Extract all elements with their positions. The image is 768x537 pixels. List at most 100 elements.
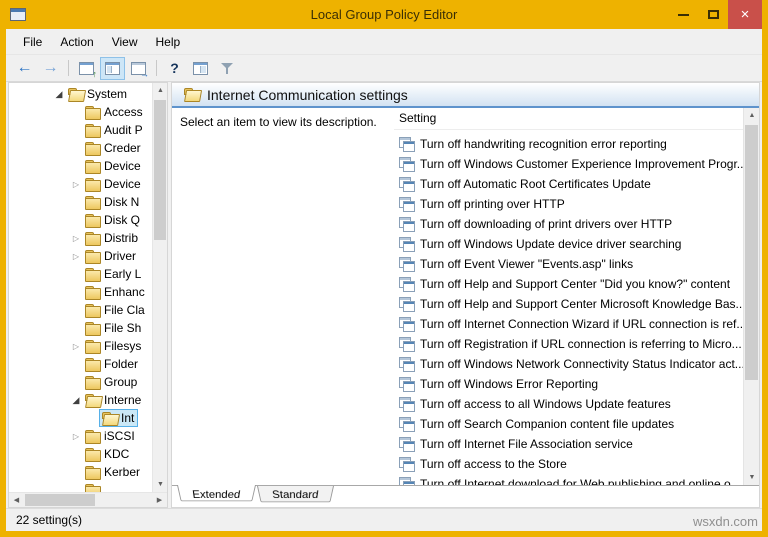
setting-item[interactable]: Turn off printing over HTTP bbox=[394, 194, 743, 214]
menu-help[interactable]: Help bbox=[147, 31, 190, 53]
setting-item[interactable]: Turn off access to the Store bbox=[394, 454, 743, 474]
tree-item-label: Disk Q bbox=[104, 213, 140, 227]
tree-item-label: Interne bbox=[104, 393, 141, 407]
tree-item[interactable] bbox=[9, 481, 152, 492]
tree-item[interactable]: Int bbox=[9, 409, 152, 427]
policy-setting-icon bbox=[399, 397, 414, 411]
expand-arrow-icon[interactable]: ▷ bbox=[70, 252, 82, 261]
scroll-down-icon[interactable]: ▼ bbox=[744, 470, 760, 485]
tree-item[interactable]: Access bbox=[9, 103, 152, 121]
filter-button[interactable] bbox=[214, 57, 239, 80]
tab-extended[interactable]: Extended bbox=[177, 485, 256, 501]
help-button[interactable]: ? bbox=[162, 57, 187, 80]
setting-item[interactable]: Turn off Windows Update device driver se… bbox=[394, 234, 743, 254]
expand-arrow-icon[interactable]: ▷ bbox=[70, 180, 82, 189]
folder-icon bbox=[85, 340, 100, 353]
scroll-up-icon[interactable]: ▲ bbox=[744, 108, 760, 123]
minimize-button[interactable] bbox=[668, 0, 698, 29]
collapse-arrow-icon[interactable]: ◢ bbox=[70, 395, 82, 406]
tree-item[interactable]: File Sh bbox=[9, 319, 152, 337]
tree-item[interactable]: KDC bbox=[9, 445, 152, 463]
panes-button[interactable] bbox=[188, 57, 213, 80]
expand-arrow-icon[interactable]: ▷ bbox=[70, 234, 82, 243]
tree-item[interactable]: Early L bbox=[9, 265, 152, 283]
scroll-right-icon[interactable]: ▶ bbox=[152, 493, 167, 508]
tree-item[interactable]: Disk N bbox=[9, 193, 152, 211]
window-title: Local Group Policy Editor bbox=[6, 7, 762, 22]
tree-horizontal-scrollbar[interactable]: ◀ ▶ bbox=[9, 492, 167, 507]
content-panel: Internet Communication settings Select a… bbox=[171, 82, 760, 508]
menu-action[interactable]: Action bbox=[51, 31, 102, 53]
setting-item-label: Turn off Internet download for Web publi… bbox=[420, 477, 741, 485]
folder-icon bbox=[85, 484, 100, 493]
scroll-up-icon[interactable]: ▲ bbox=[153, 83, 168, 98]
folder-icon bbox=[85, 142, 100, 155]
setting-item[interactable]: Turn off Help and Support Center Microso… bbox=[394, 294, 743, 314]
tree-scrollbar-thumb[interactable] bbox=[154, 100, 166, 240]
tree-item[interactable]: File Cla bbox=[9, 301, 152, 319]
tree-item[interactable]: Group bbox=[9, 373, 152, 391]
tree-item[interactable]: Device bbox=[9, 157, 152, 175]
maximize-button[interactable] bbox=[698, 0, 728, 29]
tree-item[interactable]: ▷ Driver bbox=[9, 247, 152, 265]
tabbar: ExtendedStandard bbox=[172, 485, 759, 507]
setting-item[interactable]: Turn off Internet Connection Wizard if U… bbox=[394, 314, 743, 334]
filter-icon bbox=[220, 61, 234, 75]
setting-item[interactable]: Turn off downloading of print drivers ov… bbox=[394, 214, 743, 234]
setting-item[interactable]: Turn off Internet File Association servi… bbox=[394, 434, 743, 454]
tree-item[interactable]: ◢System bbox=[9, 85, 152, 103]
tree-item[interactable]: Disk Q bbox=[9, 211, 152, 229]
menu-view[interactable]: View bbox=[103, 31, 147, 53]
setting-item[interactable]: Turn off Help and Support Center "Did yo… bbox=[394, 274, 743, 294]
expand-arrow-icon[interactable]: ▷ bbox=[70, 342, 82, 351]
setting-item[interactable]: Turn off Windows Network Connectivity St… bbox=[394, 354, 743, 374]
setting-item-label: Turn off Search Companion content file u… bbox=[420, 417, 674, 431]
setting-item[interactable]: Turn off Windows Customer Experience Imp… bbox=[394, 154, 743, 174]
tree-item[interactable]: ▷Distrib bbox=[9, 229, 152, 247]
titlebar[interactable]: Local Group Policy Editor × bbox=[6, 0, 762, 29]
tree-hscrollbar-thumb[interactable] bbox=[25, 494, 95, 506]
tree-item[interactable]: Enhanc bbox=[9, 283, 152, 301]
tree-item-label: Device bbox=[104, 159, 141, 173]
collapse-arrow-icon[interactable]: ◢ bbox=[53, 89, 65, 100]
scroll-left-icon[interactable]: ◀ bbox=[9, 493, 24, 508]
settings-scrollbar-thumb[interactable] bbox=[745, 125, 758, 380]
tree-item[interactable]: Kerber bbox=[9, 463, 152, 481]
policy-setting-icon bbox=[399, 377, 414, 391]
tree-item[interactable]: ◢ Interne bbox=[9, 391, 152, 409]
tree-item[interactable]: Creder bbox=[9, 139, 152, 157]
setting-item[interactable]: Turn off Event Viewer "Events.asp" links bbox=[394, 254, 743, 274]
export-list-button[interactable] bbox=[126, 57, 151, 80]
tree-item[interactable]: Folder bbox=[9, 355, 152, 373]
tree-item[interactable]: Audit P bbox=[9, 121, 152, 139]
settings-vertical-scrollbar[interactable]: ▲ ▼ bbox=[743, 108, 759, 485]
tree-item[interactable]: ▷Filesys bbox=[9, 337, 152, 355]
setting-item-label: Turn off Windows Error Reporting bbox=[420, 377, 598, 391]
up-one-level-button[interactable] bbox=[74, 57, 99, 80]
tree-item[interactable]: ▷iSCSI bbox=[9, 427, 152, 445]
setting-item[interactable]: Turn off Automatic Root Certificates Upd… bbox=[394, 174, 743, 194]
tree-item-label: Creder bbox=[104, 141, 141, 155]
tree-item-label: Driver bbox=[104, 249, 136, 263]
tree-item-label: Folder bbox=[104, 357, 138, 371]
setting-item[interactable]: Turn off access to all Windows Update fe… bbox=[394, 394, 743, 414]
tree-vertical-scrollbar[interactable]: ▲ ▼ bbox=[152, 83, 167, 492]
tree-item[interactable]: ▷Device bbox=[9, 175, 152, 193]
policy-setting-icon bbox=[399, 417, 414, 431]
setting-column-header[interactable]: Setting bbox=[394, 108, 743, 130]
scroll-down-icon[interactable]: ▼ bbox=[153, 477, 168, 492]
close-button[interactable]: × bbox=[728, 0, 762, 29]
expand-arrow-icon[interactable]: ▷ bbox=[70, 432, 82, 441]
setting-item[interactable]: Turn off Windows Error Reporting bbox=[394, 374, 743, 394]
setting-item[interactable]: Turn off handwriting recognition error r… bbox=[394, 134, 743, 154]
show-console-tree-button[interactable] bbox=[100, 57, 125, 80]
setting-item[interactable]: Turn off Registration if URL connection … bbox=[394, 334, 743, 354]
forward-button[interactable]: → bbox=[38, 57, 63, 80]
tab-standard[interactable]: Standard bbox=[257, 486, 334, 502]
back-button[interactable]: ← bbox=[12, 57, 37, 80]
toolbar-separator bbox=[68, 60, 69, 76]
setting-item[interactable]: Turn off Search Companion content file u… bbox=[394, 414, 743, 434]
setting-item[interactable]: Turn off Internet download for Web publi… bbox=[394, 474, 743, 485]
menu-file[interactable]: File bbox=[14, 31, 51, 53]
tree-node: File Sh bbox=[82, 319, 145, 337]
